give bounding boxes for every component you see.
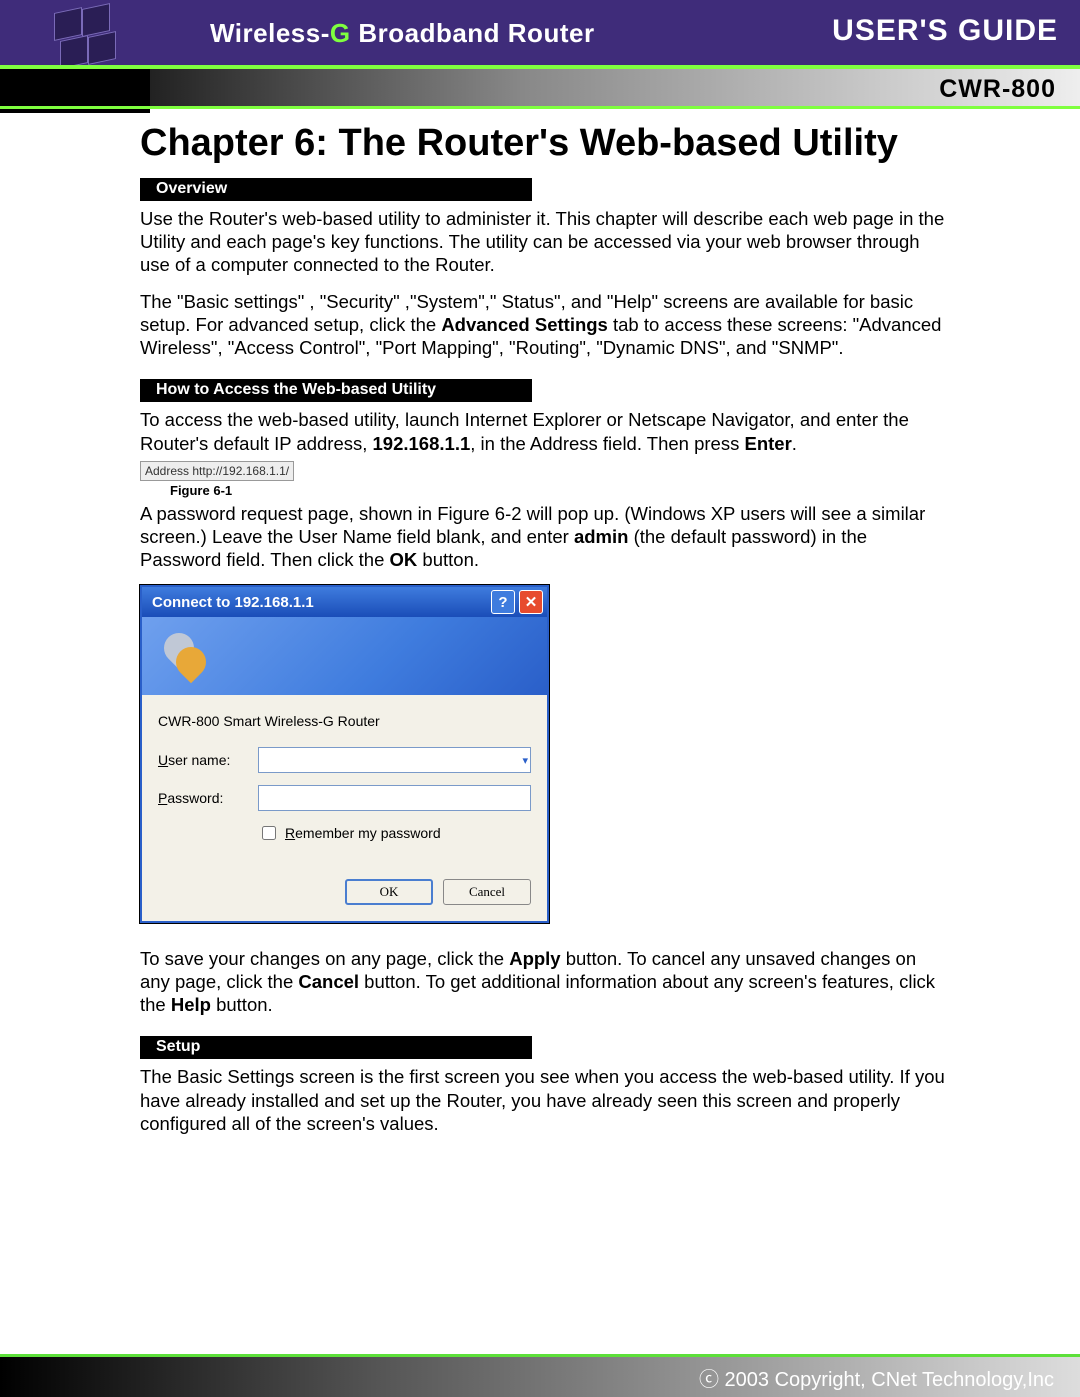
p4-admin: admin (574, 526, 628, 547)
product-prefix: Wireless- (210, 18, 330, 48)
overview-paragraph-1: Use the Router's web-based utility to ad… (140, 207, 950, 276)
password-input[interactable] (258, 785, 531, 811)
chapter-title: Chapter 6: The Router's Web-based Utilit… (140, 122, 950, 166)
chevron-down-icon[interactable]: ▾ (522, 754, 528, 767)
username-input[interactable]: ▾ (258, 747, 531, 773)
p5-help: Help (171, 994, 211, 1015)
dialog-banner (142, 617, 547, 695)
p3-enter: Enter (744, 433, 791, 454)
username-row: User name: ▾ (158, 747, 531, 773)
dialog-title-text: Connect to 192.168.1.1 (152, 594, 314, 611)
password-label: Password: (158, 790, 258, 806)
product-title: Wireless-G Broadband Router (210, 18, 595, 49)
page-content: Chapter 6: The Router's Web-based Utilit… (140, 122, 950, 1149)
p5-a: To save your changes on any page, click … (140, 948, 509, 969)
keys-icon (164, 633, 212, 681)
section-howto: How to Access the Web-based Utility (140, 379, 532, 402)
ok-button[interactable]: OK (345, 879, 433, 905)
logo-cube-icon (48, 6, 112, 70)
product-g: G (330, 18, 351, 48)
p5-apply: Apply (509, 948, 560, 969)
p3-ip: 192.168.1.1 (373, 433, 471, 454)
dialog-close-icon[interactable]: ✕ (519, 590, 543, 614)
model-number: CWR-800 (939, 75, 1056, 104)
dialog-body: CWR-800 Smart Wireless-G Router User nam… (142, 695, 547, 921)
address-bar-figure: Address http://192.168.1.1/ (140, 461, 294, 481)
dialog-help-icon[interactable]: ? (491, 590, 515, 614)
dialog-product-label: CWR-800 Smart Wireless-G Router (158, 713, 531, 729)
section-overview: Overview (140, 178, 532, 201)
overview-paragraph-2: The "Basic settings" , "Security" ,"Syst… (140, 290, 950, 359)
remember-checkbox[interactable] (262, 826, 276, 840)
brand-logo: CNet (46, 145, 93, 168)
howto-paragraph-1: To access the web-based utility, launch … (140, 408, 950, 454)
setup-paragraph: The Basic Settings screen is the first s… (140, 1065, 950, 1134)
p3-c: , in the Address field. Then press (470, 433, 744, 454)
remember-password-row: Remember my password (258, 823, 531, 843)
p3-e: . (792, 433, 797, 454)
dialog-titlebar: Connect to 192.168.1.1 ? ✕ (142, 587, 547, 617)
page-footer: ⓒ 2003 Copyright, CNet Technology,Inc (0, 1354, 1080, 1397)
remember-label: Remember my password (285, 825, 441, 841)
section-setup: Setup (140, 1036, 532, 1059)
howto-paragraph-2: A password request page, shown in Figure… (140, 502, 950, 571)
copyright-text: ⓒ 2003 Copyright, CNet Technology,Inc (699, 1363, 1054, 1392)
model-bar: CWR-800 (150, 65, 1080, 109)
login-dialog: Connect to 192.168.1.1 ? ✕ CWR-800 Smart… (140, 585, 549, 923)
username-label: User name: (158, 752, 258, 768)
page-header: CNet Wireless-G Broadband Router USER'S … (0, 0, 1080, 115)
dialog-button-row: OK Cancel (158, 879, 531, 905)
p2-bold: Advanced Settings (441, 314, 608, 335)
cancel-button[interactable]: Cancel (443, 879, 531, 905)
p5-g: button. (211, 994, 273, 1015)
p5-cancel: Cancel (298, 971, 359, 992)
apply-cancel-help-paragraph: To save your changes on any page, click … (140, 947, 950, 1016)
password-row: Password: (158, 785, 531, 811)
p4-e: button. (417, 549, 479, 570)
p4-ok: OK (390, 549, 418, 570)
product-suffix: Broadband Router (351, 18, 595, 48)
figure-caption-6-1: Figure 6-1 (170, 483, 950, 498)
doc-type-label: USER'S GUIDE (832, 14, 1058, 48)
green-divider (0, 106, 1080, 109)
